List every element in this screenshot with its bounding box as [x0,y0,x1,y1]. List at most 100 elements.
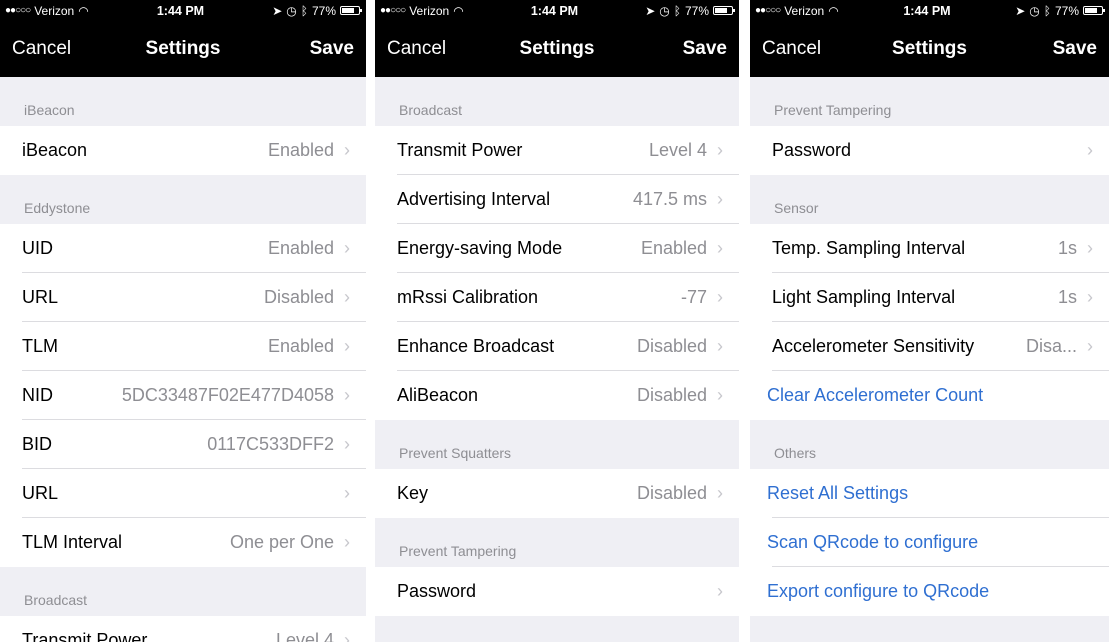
row-label: Advertising Interval [397,189,551,209]
chevron-right-icon: › [344,483,350,503]
setting-row-enhance-broadcast[interactable]: Enhance Broadcast Disabled › [375,322,739,371]
signal-icon: ●●○○○ [380,5,406,16]
row-label: Energy-saving Mode [397,238,563,258]
alarm-icon: ◷ [1029,3,1040,18]
alarm-icon: ◷ [286,3,297,18]
row-label: Enhance Broadcast [397,336,555,356]
row-value: 1s [1057,238,1077,258]
cancel-button[interactable]: Cancel [762,38,821,60]
row-label: Accelerometer Sensitivity [772,336,975,356]
chevron-right-icon: › [344,140,350,160]
setting-row-bid[interactable]: BID 0117C533DFF2 › [0,420,366,469]
section-header-broadcast: Broadcast [375,77,739,126]
status-bar: ●●○○○ Verizon ◠ 1:44 PM ➤ ◷ ᛒ 77% [375,0,739,21]
row-value: Enabled [640,238,707,258]
row-value: Disabled [636,385,707,405]
chevron-right-icon: › [1087,140,1093,160]
battery-icon [1083,6,1105,15]
setting-row-uid[interactable]: UID Enabled › [0,224,366,273]
setting-row-advertising-interval[interactable]: Advertising Interval 417.5 ms › [375,175,739,224]
section-header-sensor: Sensor [750,175,1109,224]
setting-row-transmit-power[interactable]: Transmit Power Level 4 › [375,126,739,175]
location-icon: ➤ [1015,3,1026,18]
setting-row-password[interactable]: Password › [750,126,1109,175]
save-button[interactable]: Save [683,38,727,60]
bluetooth-icon: ᛒ [673,3,681,18]
carrier-label: Verizon [34,3,75,18]
chevron-right-icon: › [344,238,350,258]
location-icon: ➤ [272,3,283,18]
row-value: 0117C533DFF2 [207,434,334,454]
chevron-right-icon: › [1087,336,1093,356]
row-value: Disa... [1025,336,1077,356]
action-export-configure-to-qrcode[interactable]: Export configure to QRcode [750,567,1109,616]
carrier-label: Verizon [784,3,825,18]
setting-row-url[interactable]: URL › [0,469,366,518]
setting-row-mrssi-calibration[interactable]: mRssi Calibration -77 › [375,273,739,322]
row-value: 1s [1057,287,1077,307]
wifi-icon: ◠ [453,3,464,18]
battery-icon [340,6,362,15]
settings-list: iBeacon iBeacon Enabled › Eddystone UID Enable… [0,77,366,642]
chevron-right-icon: › [344,434,350,454]
settings-screen-3: ●●○○○ Verizon ◠ 1:44 PM ➤ ◷ ᛒ 77% Cancel… [750,0,1109,642]
action-clear-accelerometer-count[interactable]: Clear Accelerometer Count [750,371,1109,420]
row-label: UID [22,238,53,258]
nav-bar: Cancel Settings Save [0,21,366,77]
row-label: Transmit Power [397,140,523,160]
setting-row-temp-sampling-interval[interactable]: Temp. Sampling Interval 1s › [750,224,1109,273]
chevron-right-icon: › [717,238,723,258]
battery-icon [713,6,735,15]
settings-list: Broadcast Transmit Power Level 4 › Advertisi… [375,77,739,642]
row-label: Light Sampling Interval [772,287,956,307]
action-reset-all-settings[interactable]: Reset All Settings [750,469,1109,518]
row-value: Enabled [267,336,334,356]
nav-bar: Cancel Settings Save [750,21,1109,77]
setting-row-energy-saving-mode[interactable]: Energy-saving Mode Enabled › [375,224,739,273]
row-value: Enabled [267,238,334,258]
setting-row-tlm-interval[interactable]: TLM Interval One per One › [0,518,366,567]
status-bar: ●●○○○ Verizon ◠ 1:44 PM ➤ ◷ ᛒ 77% [0,0,366,21]
row-label: Password [772,140,852,160]
setting-row-tlm[interactable]: TLM Enabled › [0,322,366,371]
section-header-prevent-squatters: Prevent Squatters [375,420,739,469]
battery-percent: 77% [684,3,709,18]
setting-row-alibeacon[interactable]: AliBeacon Disabled › [375,371,739,420]
setting-row-transmit-power[interactable]: Transmit Power Level 4 › [0,616,366,642]
setting-row-key[interactable]: Key Disabled › [375,469,739,518]
row-value: 417.5 ms [632,189,707,209]
row-label: URL [22,287,59,307]
settings-screen-2: ●●○○○ Verizon ◠ 1:44 PM ➤ ◷ ᛒ 77% Cancel… [375,0,739,642]
setting-row-nid[interactable]: NID 5DC33487F02E477D4058 › [0,371,366,420]
section-header-eddystone: Eddystone [0,175,366,224]
signal-icon: ●●○○○ [5,5,31,16]
setting-row-accelerometer-sensitivity[interactable]: Accelerometer Sensitivity Disa... › [750,322,1109,371]
setting-row-password[interactable]: Password › [375,567,739,616]
alarm-icon: ◷ [659,3,670,18]
save-button[interactable]: Save [310,38,354,60]
chevron-right-icon: › [344,336,350,356]
setting-row-ibeacon[interactable]: iBeacon Enabled › [0,126,366,175]
row-label: TLM Interval [22,532,123,552]
row-value: One per One [229,532,334,552]
setting-row-url[interactable]: URL Disabled › [0,273,366,322]
status-time: 1:44 PM [156,3,205,18]
bluetooth-icon: ᛒ [300,3,308,18]
save-button[interactable]: Save [1053,38,1097,60]
cancel-button[interactable]: Cancel [12,38,71,60]
row-value: -77 [680,287,707,307]
action-scan-qrcode-to-configure[interactable]: Scan QRcode to configure [750,518,1109,567]
setting-row-light-sampling-interval[interactable]: Light Sampling Interval 1s › [750,273,1109,322]
row-label: Scan QRcode to configure [767,532,979,552]
row-value: Disabled [636,483,707,503]
section-header-ibeacon: iBeacon [0,77,366,126]
row-value: Enabled [267,140,334,160]
nav-bar: Cancel Settings Save [375,21,739,77]
chevron-right-icon: › [344,532,350,552]
status-time: 1:44 PM [530,3,579,18]
section-header-prevent-tampering: Prevent Tampering [375,518,739,567]
cancel-button[interactable]: Cancel [387,38,446,60]
row-label: iBeacon [22,140,88,160]
chevron-right-icon: › [717,140,723,160]
section-header-others: Others [750,420,1109,469]
